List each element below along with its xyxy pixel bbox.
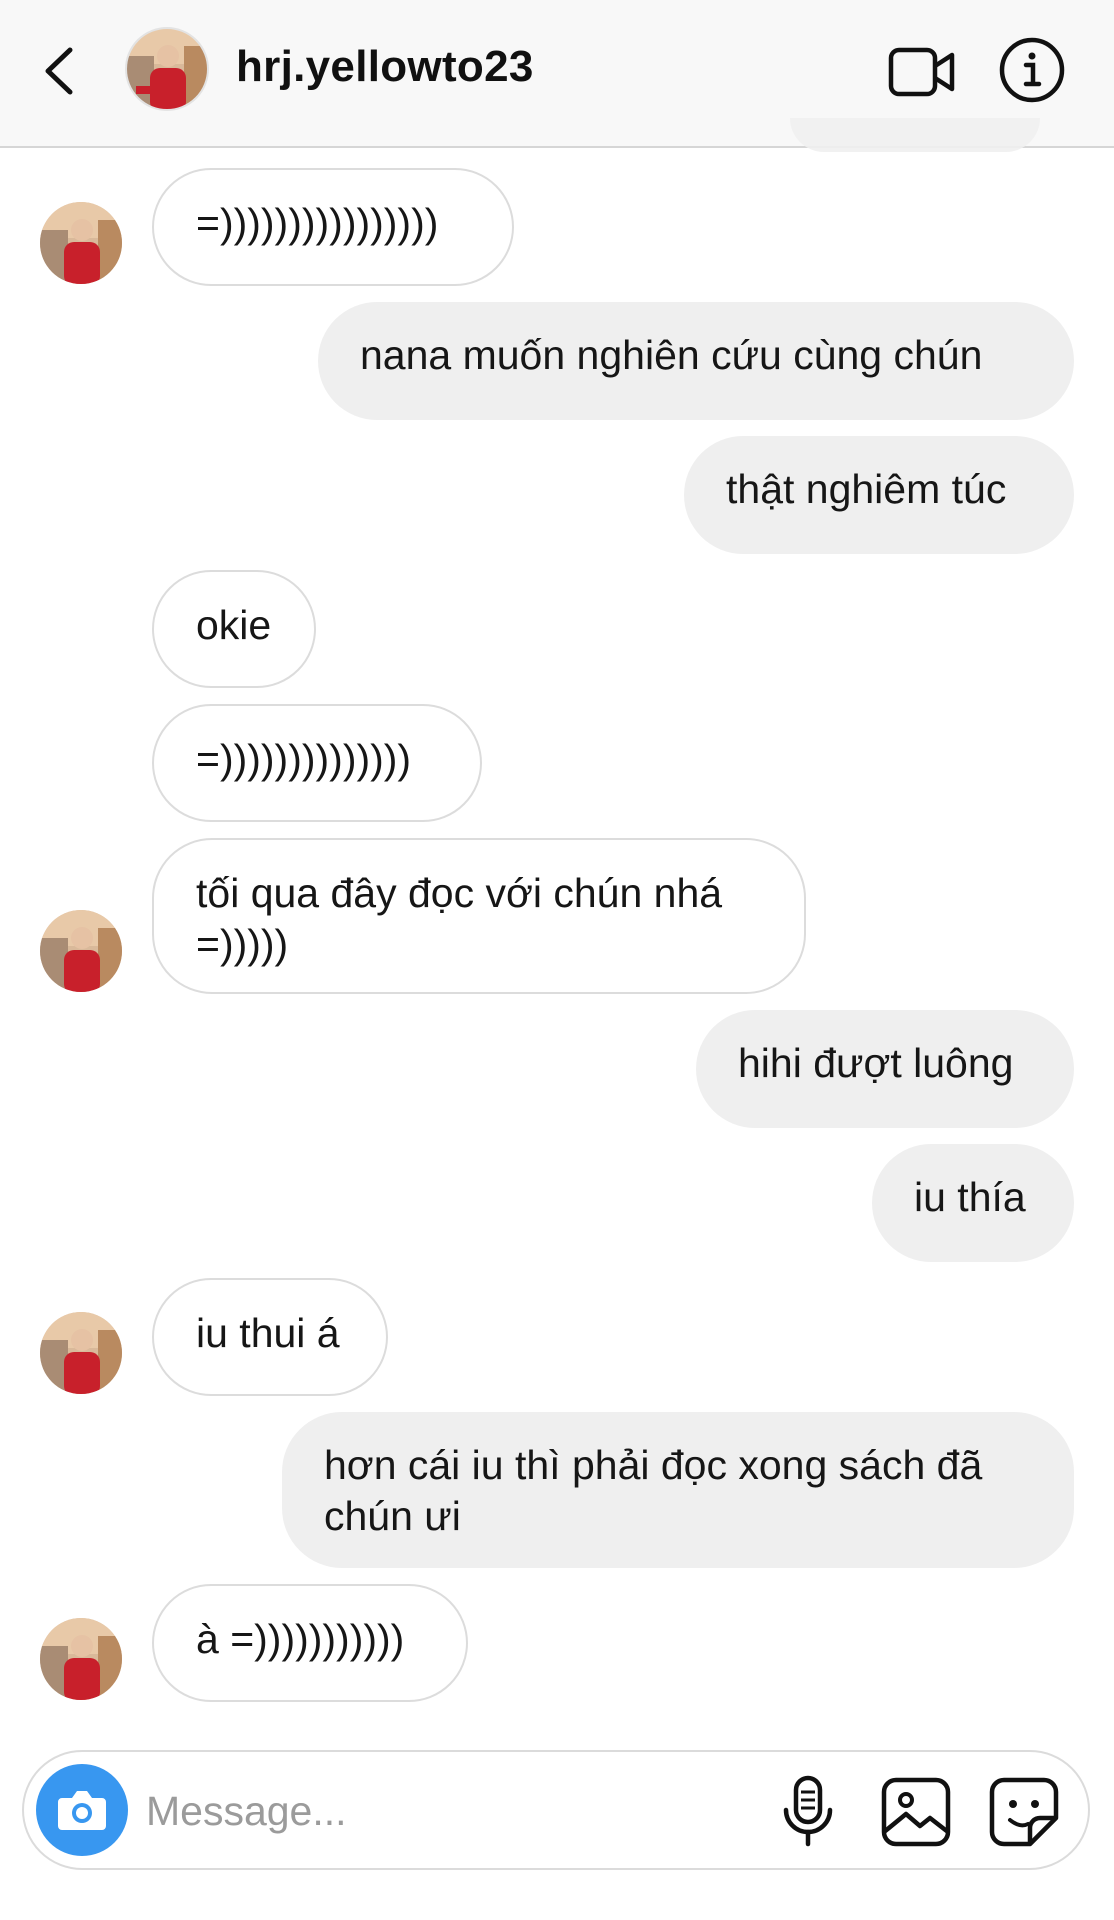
message-bubble-incoming[interactable]: iu thui á bbox=[152, 1278, 388, 1396]
message-text: thật nghiêm túc bbox=[726, 466, 1007, 512]
avatar[interactable] bbox=[38, 908, 124, 994]
message-bubble-outgoing[interactable]: nana muốn nghiên cứu cùng chún bbox=[318, 302, 1074, 420]
message-text: okie bbox=[196, 602, 272, 648]
message-bubble-incoming[interactable]: tối qua đây đọc với chún nhá =))))) bbox=[152, 838, 806, 994]
message-bubble-incoming[interactable]: =)))))))))))))))) bbox=[152, 168, 514, 286]
message-text: tối qua đây đọc với chún nhá =))))) bbox=[196, 870, 723, 967]
chat-username[interactable]: hrj.yellowto23 bbox=[236, 42, 534, 92]
message-input[interactable] bbox=[144, 1778, 768, 1844]
message-bubble-incoming[interactable]: à =))))))))))) bbox=[152, 1584, 468, 1702]
previous-message-edge bbox=[790, 118, 1040, 152]
message-text: à =))))))))))) bbox=[196, 1616, 405, 1662]
message-text: =)))))))))))))) bbox=[196, 736, 412, 782]
message-text: nana muốn nghiên cứu cùng chún bbox=[360, 332, 983, 378]
info-icon[interactable] bbox=[998, 36, 1066, 104]
avatar[interactable] bbox=[38, 1616, 124, 1702]
message-bubble-outgoing[interactable]: thật nghiêm túc bbox=[684, 436, 1074, 554]
message-composer bbox=[22, 1750, 1090, 1870]
avatar[interactable] bbox=[38, 200, 124, 286]
camera-icon[interactable] bbox=[36, 1764, 128, 1856]
back-icon[interactable] bbox=[36, 38, 86, 104]
message-text: hơn cái iu thì phải đọc xong sách đã chú… bbox=[324, 1442, 983, 1539]
message-bubble-outgoing[interactable]: iu thía bbox=[872, 1144, 1074, 1262]
avatar[interactable] bbox=[38, 1310, 124, 1396]
message-text: =)))))))))))))))) bbox=[196, 200, 439, 246]
microphone-icon[interactable] bbox=[772, 1774, 844, 1850]
video-call-icon[interactable] bbox=[888, 44, 956, 100]
message-thread[interactable]: =)))))))))))))))) nana muốn nghiên cứu c… bbox=[0, 148, 1114, 1738]
message-text: iu thui á bbox=[196, 1310, 340, 1356]
sticker-icon[interactable] bbox=[986, 1774, 1062, 1850]
message-bubble-incoming[interactable]: okie bbox=[152, 570, 316, 688]
message-bubble-outgoing[interactable]: hơn cái iu thì phải đọc xong sách đã chú… bbox=[282, 1412, 1074, 1568]
avatar[interactable] bbox=[124, 26, 210, 112]
message-bubble-incoming[interactable]: =)))))))))))))) bbox=[152, 704, 482, 822]
message-text: hihi đượt luông bbox=[738, 1040, 1014, 1086]
gallery-icon[interactable] bbox=[878, 1774, 954, 1850]
message-bubble-outgoing[interactable]: hihi đượt luông bbox=[696, 1010, 1074, 1128]
message-text: iu thía bbox=[914, 1174, 1026, 1220]
